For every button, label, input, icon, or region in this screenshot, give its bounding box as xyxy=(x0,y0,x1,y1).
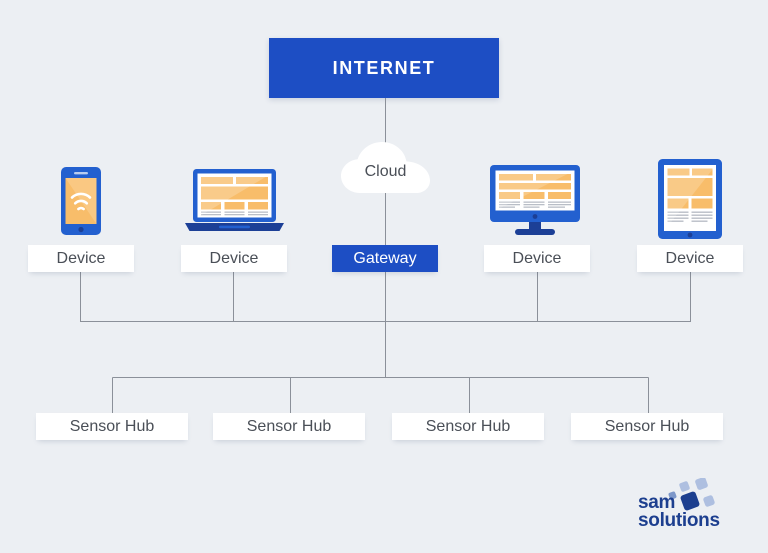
device-2-icon-wrap xyxy=(489,164,581,238)
smartphone-icon xyxy=(61,167,101,235)
laptop-icon xyxy=(185,169,284,231)
device-3-label[interactable]: Device xyxy=(637,245,743,272)
tablet-icon xyxy=(658,159,722,239)
device-2-label[interactable]: Device xyxy=(484,245,590,272)
iot-architecture-diagram: INTERNET Cloud Device Device Gateway Dev… xyxy=(0,0,768,553)
device-0-icon-wrap xyxy=(55,166,107,236)
sensor-hub-2-label: Sensor Hub xyxy=(425,417,511,435)
device-0-label[interactable]: Device xyxy=(28,245,134,272)
sam-solutions-logo-icon: sam solutions xyxy=(638,478,720,530)
device-1-icon-wrap xyxy=(183,168,286,234)
sensor-hub-0-label: Sensor Hub xyxy=(69,417,155,435)
cloud-node: Cloud xyxy=(334,135,437,197)
device-3-label-text: Device xyxy=(665,249,715,267)
sensor-hub-2[interactable]: Sensor Hub xyxy=(392,413,544,440)
sensor-hub-1-label: Sensor Hub xyxy=(246,417,332,435)
connector-lines xyxy=(79,98,692,413)
sensor-hub-1[interactable]: Sensor Hub xyxy=(213,413,365,440)
sensor-hub-3[interactable]: Sensor Hub xyxy=(571,413,723,440)
gateway-label[interactable]: Gateway xyxy=(332,245,438,272)
device-2-label-text: Device xyxy=(512,249,562,267)
cloud-label: Cloud xyxy=(364,163,407,180)
device-3-icon-wrap xyxy=(655,158,725,240)
logo-line2: solutions xyxy=(638,510,720,530)
device-0-label-text: Device xyxy=(56,249,106,267)
device-1-label-text: Device xyxy=(209,249,259,267)
sensor-hub-0[interactable]: Sensor Hub xyxy=(36,413,188,440)
device-1-label[interactable]: Device xyxy=(181,245,287,272)
desktop-monitor-icon xyxy=(490,165,580,235)
sensor-hub-3-label: Sensor Hub xyxy=(604,417,690,435)
cloud-label-wrap: Cloud xyxy=(334,135,437,197)
sam-solutions-logo: sam solutions xyxy=(636,478,754,530)
gateway-label-text: Gateway xyxy=(353,249,417,267)
